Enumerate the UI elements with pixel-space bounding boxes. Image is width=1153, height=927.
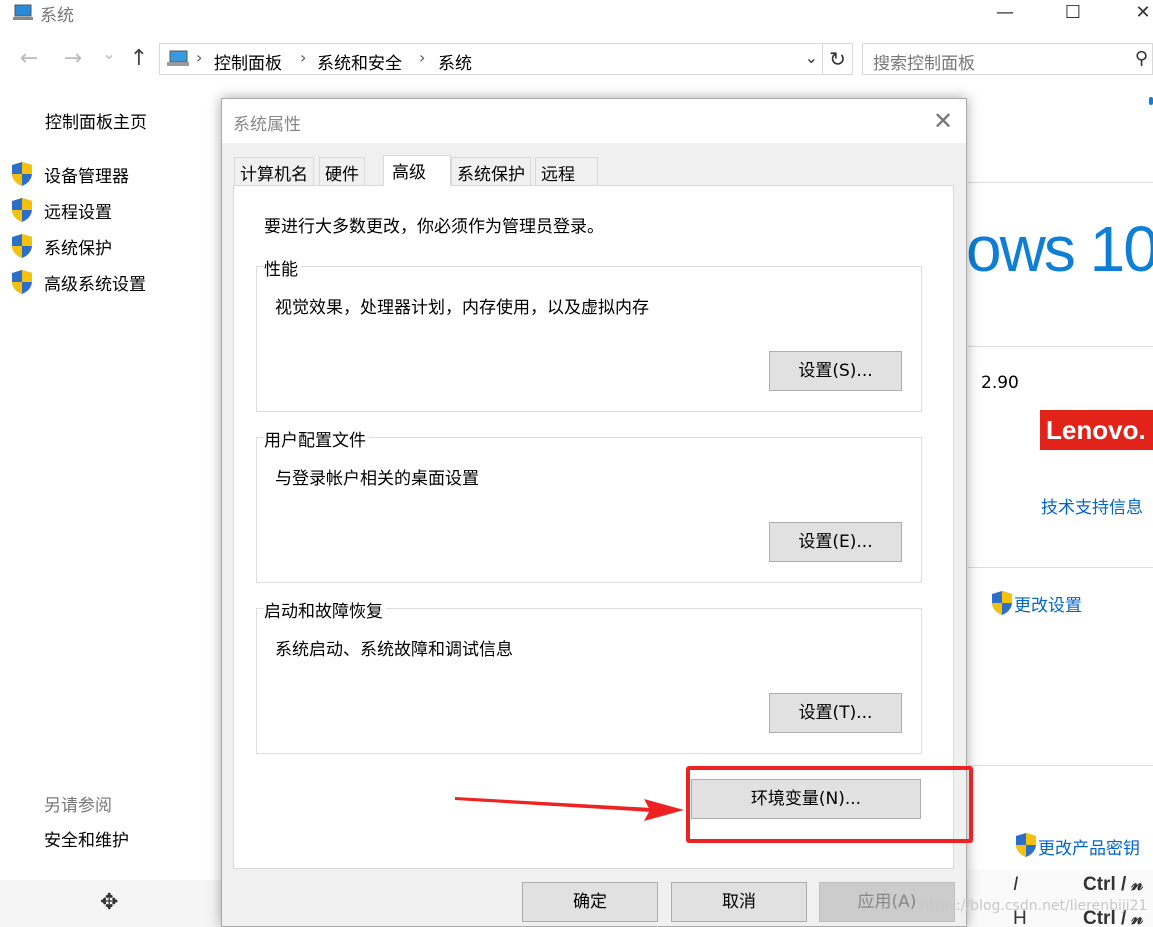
see-also-heading: 另请参阅 [44, 796, 112, 816]
group-description: 与登录帐户相关的桌面设置 [275, 469, 479, 489]
up-arrow-icon[interactable]: ↑ [126, 46, 152, 71]
window-title: 系统 [40, 6, 74, 26]
lenovo-logo: Lenovo. [1040, 410, 1153, 450]
breadcrumb-system-security[interactable]: 系统和安全 [317, 49, 402, 74]
change-product-key-label: 更改产品密钥 [1038, 839, 1140, 859]
group-description: 系统启动、系统故障和调试信息 [275, 640, 513, 660]
search-placeholder: 搜索控制面板 [873, 54, 975, 74]
performance-settings-button[interactable]: 设置(S)... [769, 351, 902, 391]
breadcrumb-separator: › [419, 48, 426, 67]
windows-10-logo: ows 10 [966, 213, 1153, 285]
dialog-title: 系统属性 [233, 115, 301, 135]
sidebar-item-label: 设备管理器 [44, 167, 129, 187]
address-dropdown-icon[interactable]: ⌄ [805, 48, 818, 67]
section-divider [968, 567, 1153, 568]
user-profiles-group: 用户配置文件 与登录帐户相关的桌面设置 设置(E)... [256, 426, 922, 583]
highlight-box [686, 766, 973, 843]
breadcrumb-separator: › [196, 48, 203, 67]
sidebar-item-label: 高级系统设置 [44, 275, 146, 295]
support-info-link[interactable]: 技术支持信息 [1041, 493, 1143, 518]
tab-advanced[interactable]: 高级 [383, 155, 451, 186]
cancel-button[interactable]: 取消 [671, 882, 807, 922]
minimize-button[interactable]: — [993, 2, 1017, 24]
dialog-close-button[interactable]: ✕ [930, 107, 956, 135]
performance-group: 性能 视觉效果，处理器计划，内存使用，以及虚拟内存 设置(S)... [256, 255, 922, 412]
security-maintenance-link[interactable]: 安全和维护 [44, 826, 129, 851]
sidebar-item-label: 远程设置 [44, 203, 112, 223]
search-icon[interactable]: ⚲ [1135, 48, 1148, 69]
dialog-titlebar: 系统属性 ✕ [222, 99, 966, 143]
recent-locations-chevron-icon[interactable]: ⌄ [96, 44, 122, 63]
uac-shield-icon [12, 198, 32, 222]
control-panel-icon [167, 50, 189, 66]
startup-recovery-settings-button[interactable]: 设置(T)... [769, 693, 902, 733]
change-settings-label: 更改设置 [1014, 596, 1082, 616]
tab-computer-name[interactable]: 计算机名 [234, 157, 314, 185]
ok-button[interactable]: 确定 [522, 882, 658, 922]
group-title: 用户配置文件 [264, 426, 369, 451]
address-bar[interactable]: › 控制面板 › 系统和安全 › 系统 ⌄ [159, 43, 823, 75]
sidebar-item-label: 系统保护 [44, 239, 112, 259]
admin-note: 要进行大多数更改，你必须作为管理员登录。 [264, 217, 604, 237]
annotation-arrow [455, 797, 684, 821]
uac-shield-icon [1016, 833, 1036, 857]
tab-hardware[interactable]: 硬件 [319, 157, 365, 185]
forward-arrow-icon[interactable]: → [60, 46, 86, 71]
user-profiles-settings-button[interactable]: 设置(E)... [769, 522, 902, 562]
system-window-icon [13, 4, 33, 20]
group-title: 启动和故障恢复 [264, 597, 386, 622]
startup-recovery-group: 启动和故障恢复 系统启动、系统故障和调试信息 设置(T)... [256, 597, 922, 754]
tab-system-protection[interactable]: 系统保护 [451, 157, 531, 185]
search-input[interactable]: 搜索控制面板 ⚲ [862, 43, 1153, 75]
group-description: 视觉效果，处理器计划，内存使用，以及虚拟内存 [275, 298, 649, 318]
shortcut-key: I [1013, 874, 1019, 895]
uac-shield-icon [12, 162, 32, 186]
section-divider [968, 346, 1153, 347]
breadcrumb-system[interactable]: 系统 [438, 49, 472, 74]
system-properties-dialog: 系统属性 ✕ 计算机名 硬件 高级 系统保护 远程 要进行大多数更改，你必须作为… [221, 98, 973, 927]
breadcrumb-control-panel[interactable]: 控制面板 [214, 49, 282, 74]
shortcut-combo: Ctrl / 𝓃 [1083, 874, 1144, 895]
move-icon[interactable]: ✥ [100, 890, 118, 915]
watermark-text: https://blog.csdn.net/lierenbiji21 [920, 898, 1148, 914]
maximize-button[interactable]: ☐ [1061, 2, 1085, 24]
group-title: 性能 [264, 255, 301, 280]
uac-shield-icon [12, 234, 32, 258]
refresh-button[interactable]: ↻ [823, 43, 853, 75]
tab-remote[interactable]: 远程 [535, 157, 598, 185]
section-divider [968, 765, 1153, 766]
close-window-button[interactable]: ✕ [1131, 2, 1153, 24]
control-panel-home-link[interactable]: 控制面板主页 [45, 108, 147, 133]
breadcrumb-separator: › [300, 48, 307, 67]
uac-shield-icon [12, 270, 32, 294]
cpu-speed-value: 2.90 [981, 373, 1019, 393]
uac-shield-icon [992, 591, 1012, 615]
back-arrow-icon[interactable]: ← [16, 46, 42, 71]
help-icon[interactable] [1149, 97, 1153, 105]
